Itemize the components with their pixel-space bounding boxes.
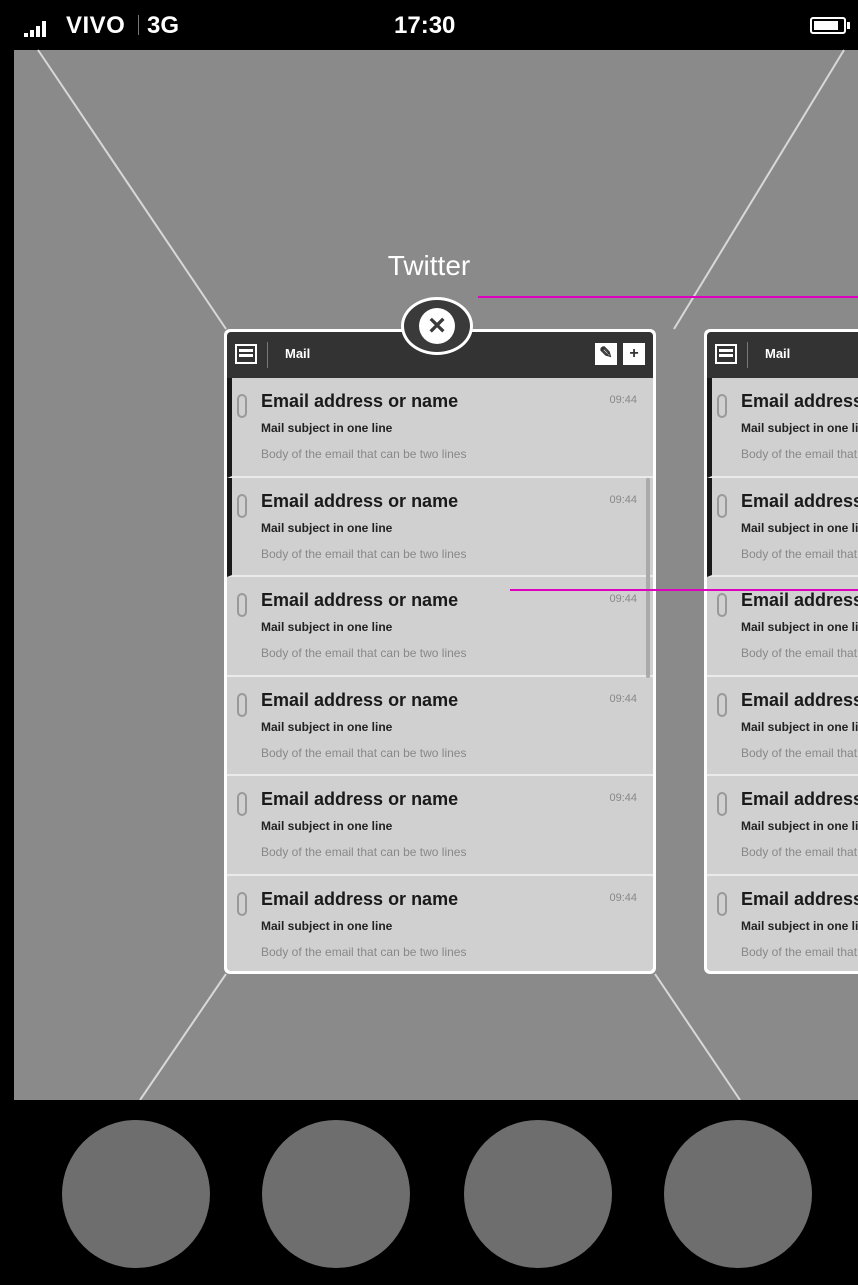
mail-subject: Mail subject in one line <box>741 719 858 734</box>
annotation-line-card <box>510 589 858 591</box>
app-card-current[interactable]: Mail ✎ + Email address or name 09:44 Mai… <box>224 329 656 974</box>
mail-from: Email address or name <box>261 888 459 909</box>
mail-list: Email address or name Mail subject in on… <box>707 378 858 971</box>
app-preview: Mail ✎ + Email address or name 09:44 Mai… <box>227 332 653 971</box>
app-title: Twitter <box>387 250 471 281</box>
mail-body: Body of the email that can be two lines <box>741 447 858 461</box>
mail-time: 09:44 <box>609 891 637 904</box>
list-item: Email address or name 09:44 Mail subject… <box>227 875 653 971</box>
mail-header-title: Mail <box>285 346 311 361</box>
mail-from: Email address or name <box>741 689 858 710</box>
attachment-icon <box>237 394 247 418</box>
attachment-icon <box>717 692 727 717</box>
menu-icon <box>715 344 737 364</box>
attachment-icon <box>237 692 247 717</box>
header-separator <box>267 342 268 368</box>
mail-time: 09:44 <box>609 792 637 804</box>
list-item: Email address or name 09:44 Mail subject… <box>227 378 653 478</box>
list-item: Email address or name 09:44 Mail subject… <box>227 577 653 677</box>
attachment-icon <box>717 891 727 916</box>
mail-time: 09:44 <box>609 692 637 705</box>
mail-from: Email address or name <box>741 490 858 511</box>
app-card-next[interactable]: Mail Email address or name Mail subject … <box>704 329 858 974</box>
mail-from: Email address or name <box>741 789 858 809</box>
list-item: Email address or name Mail subject in on… <box>707 776 858 876</box>
app-dock <box>14 1100 858 1285</box>
mail-time: 09:44 <box>609 394 637 406</box>
attachment-icon <box>717 792 727 816</box>
list-item: Email address or name Mail subject in on… <box>707 875 858 971</box>
mail-subject: Mail subject in one line <box>741 421 858 435</box>
mail-subject: Mail subject in one line <box>261 620 393 634</box>
mail-subject: Mail subject in one line <box>261 719 393 734</box>
mail-time: 09:44 <box>609 493 637 506</box>
attachment-icon <box>237 891 247 916</box>
menu-icon <box>235 344 257 364</box>
dock-app-icon[interactable] <box>664 1120 812 1268</box>
list-item: Email address or name 09:44 Mail subject… <box>227 676 653 776</box>
list-item: Email address or name Mail subject in on… <box>707 378 858 478</box>
mail-from: Email address or name <box>261 490 459 511</box>
list-item: Email address or name 09:44 Mail subject… <box>227 477 653 577</box>
mail-subject: Mail subject in one line <box>261 819 393 833</box>
mail-from: Email address or name <box>261 789 459 809</box>
mail-body: Body of the email that can be two lines <box>261 646 467 660</box>
mail-from: Email address or name <box>741 888 858 909</box>
attachment-icon <box>237 792 247 816</box>
dock-app-icon[interactable] <box>262 1120 410 1268</box>
dock-app-icon[interactable] <box>62 1120 210 1268</box>
mail-subject: Mail subject in one line <box>261 918 393 933</box>
mail-subject: Mail subject in one line <box>741 620 858 634</box>
mail-time: 09:44 <box>609 593 637 605</box>
annotation-line-close <box>478 296 858 298</box>
mail-list: Email address or name 09:44 Mail subject… <box>227 378 653 971</box>
attachment-icon <box>237 593 247 617</box>
mail-subject: Mail subject in one line <box>261 520 393 535</box>
list-item: Email address or name Mail subject in on… <box>707 676 858 776</box>
app-preview: Mail Email address or name Mail subject … <box>707 332 858 971</box>
mail-subject: Mail subject in one line <box>261 421 393 435</box>
dock-app-icon[interactable] <box>464 1120 612 1268</box>
mail-from: Email address or name <box>261 590 459 610</box>
mail-subject: Mail subject in one line <box>741 819 858 833</box>
mail-body: Body of the email that can be two lines <box>261 546 467 561</box>
attachment-icon <box>717 493 727 518</box>
attachment-icon <box>717 593 727 617</box>
mail-body: Body of the email that can be two lines <box>261 944 467 959</box>
add-icon: + <box>623 343 645 365</box>
list-item: Email address or name 09:44 Mail subject… <box>227 776 653 876</box>
list-item: Email address or name Mail subject in on… <box>707 577 858 677</box>
attachment-icon <box>237 493 247 518</box>
list-item: Email address or name Mail subject in on… <box>707 477 858 577</box>
mail-body: Body of the email that can be two lines <box>261 745 467 760</box>
mail-header: Mail <box>707 332 858 378</box>
mail-from: Email address or name <box>741 590 858 610</box>
mail-header-title: Mail <box>765 346 791 361</box>
scrollbar <box>646 478 650 678</box>
mail-from: Email address or name <box>261 391 459 411</box>
mail-subject: Mail subject in one line <box>741 520 858 535</box>
mail-from: Email address or name <box>261 689 459 710</box>
mail-subject: Mail subject in one line <box>741 918 858 933</box>
mail-body: Body of the email that can be two lines <box>741 546 858 561</box>
mail-body: Body of the email that can be two lines <box>741 745 858 760</box>
mail-body: Body of the email that can be two lines <box>261 447 467 461</box>
mail-body: Body of the email that can be two lines <box>741 845 858 859</box>
mail-body: Body of the email that can be two lines <box>741 646 858 660</box>
compose-icon: ✎ <box>595 343 617 365</box>
close-icon: × <box>419 308 455 344</box>
mail-from: Email address or name <box>741 391 858 411</box>
attachment-icon <box>717 394 727 418</box>
close-app-button[interactable]: × <box>401 297 473 355</box>
mail-body: Body of the email that can be two lines <box>741 944 858 959</box>
phone-screen: VIVO 3G 17:30 Twitter × Mail ✎ + Email a… <box>14 0 858 1285</box>
header-separator <box>747 342 748 368</box>
mail-body: Body of the email that can be two lines <box>261 845 467 859</box>
